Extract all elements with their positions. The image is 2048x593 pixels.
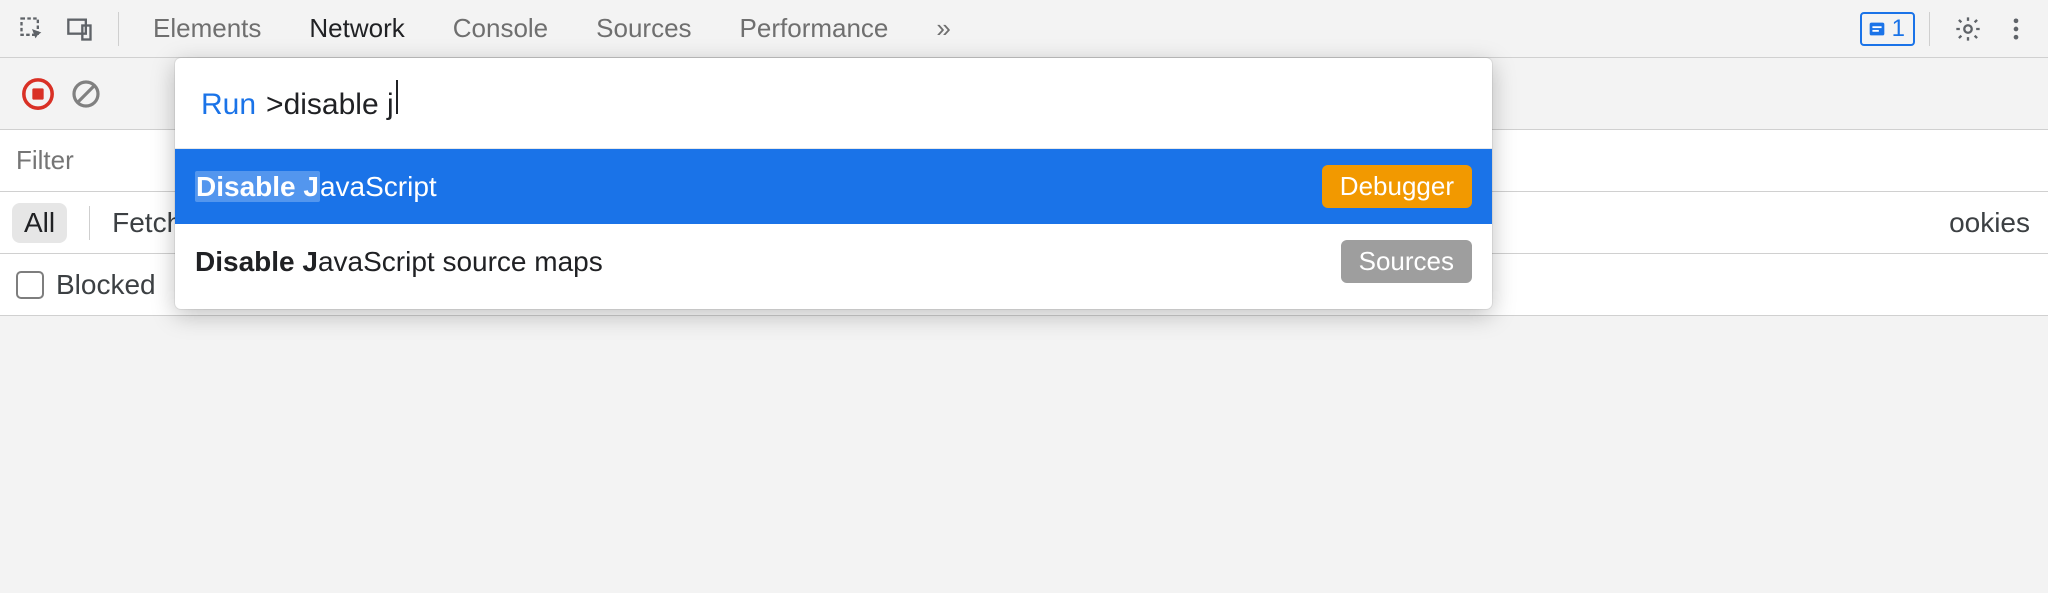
command-palette-typed-text: disable j bbox=[284, 88, 394, 122]
issues-badge[interactable]: 1 bbox=[1860, 12, 1915, 46]
command-rest-text: avaScript source maps bbox=[318, 246, 603, 277]
filter-input[interactable] bbox=[14, 144, 134, 177]
chip-fetch[interactable]: Fetch bbox=[112, 207, 182, 239]
tab-elements[interactable]: Elements bbox=[151, 13, 263, 44]
command-category-badge: Sources bbox=[1341, 240, 1472, 283]
devtools-tabs: Elements Network Console Sources Perform… bbox=[133, 13, 951, 44]
blocked-cookies-checkbox[interactable] bbox=[16, 271, 44, 299]
record-button-icon[interactable] bbox=[18, 74, 58, 114]
clear-log-icon[interactable] bbox=[66, 74, 106, 114]
chip-all[interactable]: All bbox=[12, 203, 67, 243]
command-palette-run-label: Run bbox=[201, 88, 256, 122]
settings-gear-icon[interactable] bbox=[1948, 9, 1988, 49]
inspect-element-icon[interactable] bbox=[12, 9, 52, 49]
command-palette-item[interactable]: Disable JavaScript source maps Sources bbox=[175, 224, 1492, 299]
tabs-overflow-icon[interactable]: » bbox=[934, 13, 950, 44]
command-category-badge: Debugger bbox=[1322, 165, 1472, 208]
devtools-topbar: Elements Network Console Sources Perform… bbox=[0, 0, 2048, 58]
blocked-label-partial: Blocked bbox=[56, 269, 156, 301]
device-toolbar-icon[interactable] bbox=[60, 9, 100, 49]
separator bbox=[89, 206, 90, 240]
command-palette-item[interactable]: Disable JavaScript Debugger bbox=[175, 149, 1492, 224]
kebab-menu-icon[interactable] bbox=[1996, 9, 2036, 49]
command-palette: Run > disable j Disable JavaScript Debug… bbox=[175, 58, 1492, 309]
tab-console[interactable]: Console bbox=[451, 13, 550, 44]
command-rest-text: avaScript bbox=[320, 171, 437, 202]
command-palette-input-row[interactable]: Run > disable j bbox=[175, 58, 1492, 149]
command-match-text: Disable J bbox=[195, 171, 320, 202]
cookies-label-partial: ookies bbox=[1949, 207, 2036, 239]
command-palette-prefix: > bbox=[266, 88, 284, 122]
tab-sources[interactable]: Sources bbox=[594, 13, 693, 44]
command-title: Disable JavaScript bbox=[195, 171, 1322, 203]
tab-network[interactable]: Network bbox=[307, 13, 406, 44]
issues-count: 1 bbox=[1892, 15, 1905, 43]
command-match-text: Disable J bbox=[195, 246, 318, 277]
tab-performance[interactable]: Performance bbox=[738, 13, 891, 44]
separator bbox=[1929, 12, 1930, 46]
command-title: Disable JavaScript source maps bbox=[195, 246, 1341, 278]
text-caret-icon bbox=[396, 80, 398, 114]
separator bbox=[118, 12, 119, 46]
